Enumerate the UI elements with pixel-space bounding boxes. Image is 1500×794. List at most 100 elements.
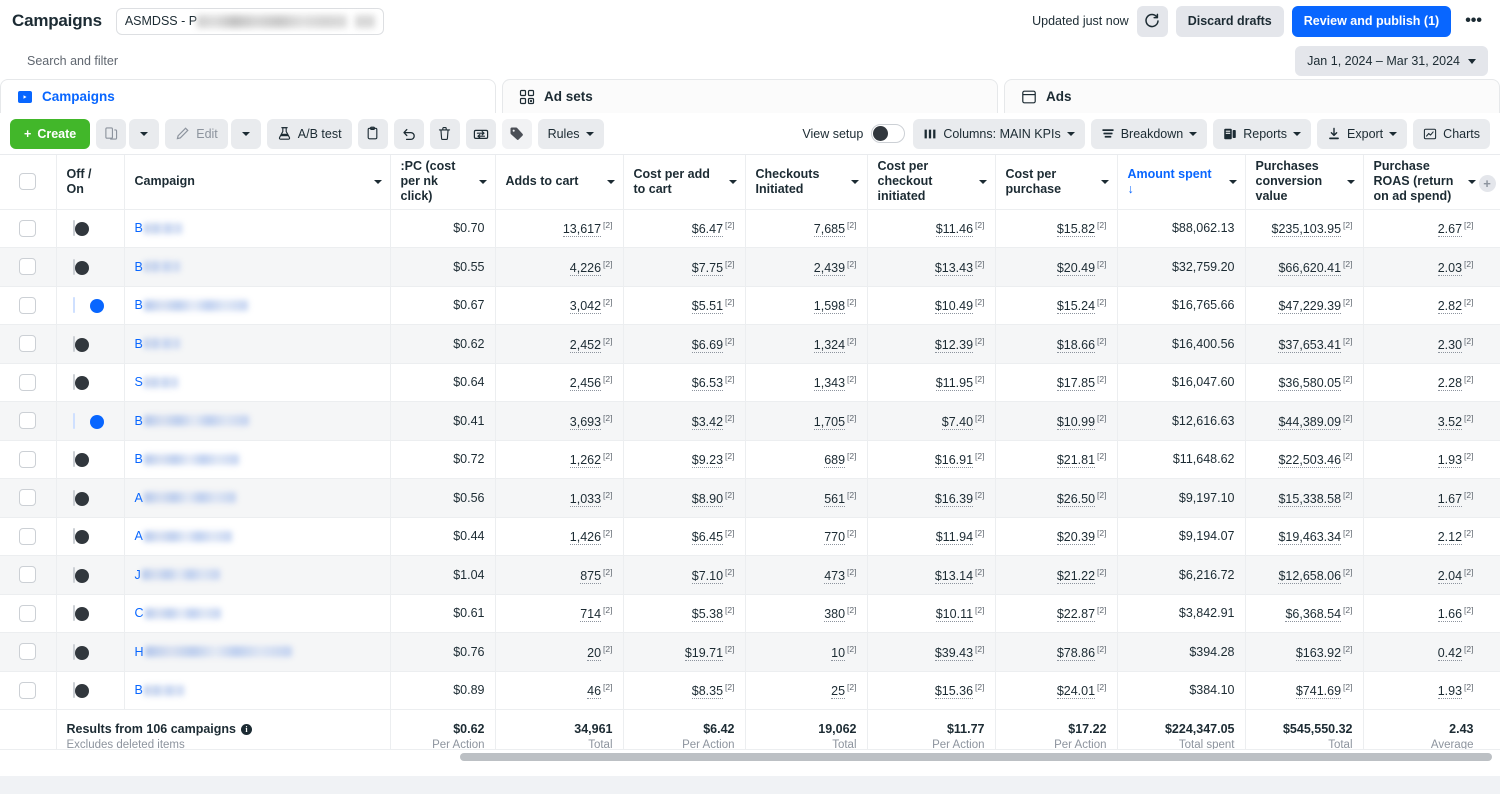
campaign-name[interactable]: B — [135, 337, 380, 351]
cell-cpatc[interactable]: $6.53 [2] — [623, 363, 746, 402]
column-amount-spent[interactable]: Amount spent ↓ — [1117, 155, 1246, 210]
cell-pcv[interactable]: $44,389.09 [2] — [1245, 401, 1364, 441]
duplicate-dropdown-button[interactable] — [129, 118, 160, 149]
campaign-name[interactable]: A — [135, 491, 380, 505]
campaign-status-toggle[interactable] — [72, 528, 89, 545]
cell-cpp[interactable]: $15.24 [2] — [995, 286, 1118, 325]
cell-cpatc[interactable]: $7.75 [2] — [623, 247, 746, 287]
chevron-down-icon[interactable] — [478, 179, 487, 184]
cell-checkouts[interactable]: 561 [2] — [745, 478, 868, 518]
duplicate-button[interactable] — [96, 118, 127, 149]
cell-checkouts[interactable]: 7,685 [2] — [745, 209, 868, 248]
cell-cpp[interactable]: $15.82 [2] — [995, 209, 1118, 248]
table-row[interactable]: B $0.62 2,452 [2] $6.69 [2] 1,324 [2] $12.39 [2] $… — [0, 324, 1500, 364]
edit-dropdown-button[interactable] — [230, 118, 261, 149]
campaign-status-toggle[interactable] — [72, 566, 89, 583]
campaign-status-toggle[interactable] — [72, 335, 89, 352]
cell-roas[interactable]: 2.28 [2] — [1363, 363, 1500, 402]
discard-drafts-button[interactable]: Discard drafts — [1175, 5, 1284, 37]
cell-roas[interactable]: 1.66 [2] — [1363, 594, 1500, 633]
cell-cpp[interactable]: $17.85 [2] — [995, 363, 1118, 402]
campaign-name-cell[interactable]: C — [124, 594, 391, 633]
campaign-name-cell[interactable]: B — [124, 324, 391, 364]
charts-button[interactable]: Charts — [1413, 118, 1490, 149]
cell-cpatc[interactable]: $6.69 [2] — [623, 324, 746, 364]
table-row[interactable]: B $0.67 3,042 [2] $5.51 [2] 1,598 [2] $10.49 [2] $… — [0, 286, 1500, 325]
cell-roas[interactable]: 2.30 [2] — [1363, 324, 1500, 364]
horizontal-scrollbar-track[interactable] — [0, 749, 1500, 763]
campaign-name[interactable]: B — [135, 221, 380, 235]
column-campaign[interactable]: Campaign — [124, 155, 391, 210]
table-row[interactable]: H $0.76 20 [2] $19.71 [2] 10 [2] $39.43 [2] $78.86… — [0, 632, 1500, 672]
ab-test-button[interactable]: A/B test — [266, 118, 352, 149]
campaign-name-cell[interactable]: S — [124, 363, 391, 402]
column-cost-per-checkout-initiated[interactable]: Cost per checkout initiated — [867, 155, 996, 210]
cell-roas[interactable]: 1.93 [2] — [1363, 671, 1500, 710]
delete-button[interactable] — [429, 118, 460, 149]
cell-cpatc[interactable]: $5.38 [2] — [623, 594, 746, 633]
cell-roas[interactable]: 0.42 [2] — [1363, 632, 1500, 672]
cell-checkouts[interactable]: 689 [2] — [745, 440, 868, 479]
campaign-name-cell[interactable]: B — [124, 209, 391, 248]
column-checkouts-initiated[interactable]: Checkouts Initiated — [745, 155, 868, 210]
campaign-status-toggle[interactable] — [72, 682, 89, 699]
cell-pcv[interactable]: $37,653.41 [2] — [1245, 324, 1364, 364]
table-row[interactable]: B $0.89 46 [2] $8.35 [2] 25 [2] $15.36 [2] $24.01[… — [0, 671, 1500, 710]
table-row[interactable]: A $0.56 1,033 [2] $8.90 [2] 561 [2] $16.39 [2] $26… — [0, 478, 1500, 518]
campaign-name[interactable]: S — [135, 375, 380, 389]
export-button[interactable]: Export — [1317, 118, 1408, 149]
chevron-down-icon[interactable] — [1467, 179, 1476, 184]
campaign-name[interactable]: B — [135, 683, 380, 697]
cell-cpp[interactable]: $22.87 [2] — [995, 594, 1118, 633]
cell-cpp[interactable]: $20.49 [2] — [995, 247, 1118, 287]
row-checkbox[interactable] — [19, 335, 37, 353]
campaign-name-cell[interactable]: B — [124, 671, 391, 710]
campaign-name[interactable]: J — [135, 568, 380, 582]
cell-pcv[interactable]: $235,103.95 [2] — [1245, 209, 1364, 248]
cell-cpci[interactable]: $11.46 [2] — [867, 209, 996, 248]
cell-pcv[interactable]: $6,368.54 [2] — [1245, 594, 1364, 633]
campaign-name[interactable]: B — [135, 414, 380, 428]
campaign-name-cell[interactable]: B — [124, 440, 391, 479]
cell-cpp[interactable]: $21.22 [2] — [995, 555, 1118, 595]
table-row[interactable]: C $0.61 714 [2] $5.38 [2] 380 [2] $10.11 [2] $22.8… — [0, 594, 1500, 633]
cell-atc[interactable]: 3,042 [2] — [495, 286, 624, 325]
cell-pcv[interactable]: $19,463.34 [2] — [1245, 517, 1364, 556]
columns-button[interactable]: Columns: MAIN KPIs — [913, 118, 1085, 149]
campaign-status-toggle[interactable] — [72, 258, 89, 275]
cell-roas[interactable]: 1.67 [2] — [1363, 478, 1500, 518]
campaign-status-toggle[interactable] — [72, 489, 89, 506]
cell-cpci[interactable]: $7.40 [2] — [867, 401, 996, 441]
row-checkbox[interactable] — [19, 450, 37, 468]
cell-pcv[interactable]: $22,503.46 [2] — [1245, 440, 1364, 479]
more-options-button[interactable]: ••• — [1459, 6, 1488, 37]
horizontal-scrollbar-thumb[interactable] — [460, 753, 1492, 761]
cell-checkouts[interactable]: 1,324 [2] — [745, 324, 868, 364]
cell-roas[interactable]: 2.03 [2] — [1363, 247, 1500, 287]
cell-cpci[interactable]: $11.94 [2] — [867, 517, 996, 556]
campaign-name[interactable]: B — [135, 452, 380, 466]
cell-cpatc[interactable]: $6.45 [2] — [623, 517, 746, 556]
cell-cpp[interactable]: $26.50 [2] — [995, 478, 1118, 518]
column-purchases-conversion-value[interactable]: Purchases conversion value — [1245, 155, 1364, 210]
campaign-name[interactable]: C — [135, 606, 380, 620]
column-cost-per-purchase[interactable]: Cost per purchase — [995, 155, 1118, 210]
campaign-name[interactable]: H — [135, 645, 380, 659]
undo-button[interactable] — [393, 118, 424, 149]
row-checkbox[interactable] — [19, 258, 37, 276]
date-range-picker[interactable]: Jan 1, 2024 – Mar 31, 2024 — [1295, 46, 1488, 76]
campaign-name-cell[interactable]: B — [124, 247, 391, 287]
row-checkbox[interactable] — [19, 373, 37, 391]
chevron-down-icon[interactable] — [728, 179, 737, 184]
clipboard-button[interactable] — [357, 118, 388, 149]
table-row[interactable]: B $0.72 1,262 [2] $9.23 [2] 689 [2] $16.91 [2] $21… — [0, 440, 1500, 479]
cell-cpp[interactable]: $10.99 [2] — [995, 401, 1118, 441]
cell-cpci[interactable]: $13.14 [2] — [867, 555, 996, 595]
table-row[interactable]: A $0.44 1,426 [2] $6.45 [2] 770 [2] $11.94 [2] $20… — [0, 517, 1500, 556]
chevron-down-icon[interactable] — [1346, 179, 1355, 184]
chevron-down-icon[interactable] — [1228, 179, 1237, 184]
campaign-status-toggle[interactable] — [72, 451, 89, 468]
campaign-status-toggle[interactable] — [72, 220, 89, 237]
cell-atc[interactable]: 46 [2] — [495, 671, 624, 710]
cell-cpatc[interactable]: $6.47 [2] — [623, 209, 746, 248]
